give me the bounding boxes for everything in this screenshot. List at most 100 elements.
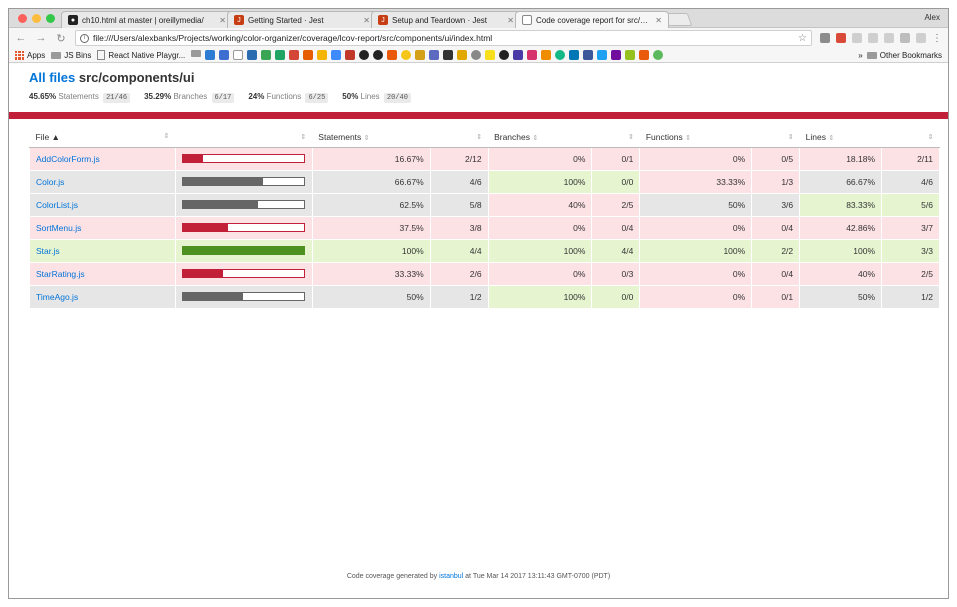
- github-icon[interactable]: [373, 50, 384, 60]
- coverage-bar-cell: [174, 215, 313, 240]
- lines-pct: 42.86%: [799, 215, 883, 240]
- bookmark-icon[interactable]: [555, 50, 566, 60]
- bookmark-icon[interactable]: [443, 50, 454, 60]
- bookmark-star-icon[interactable]: ☆: [798, 33, 807, 44]
- close-tab-icon[interactable]: ✕: [363, 16, 370, 25]
- bookmark-apps[interactable]: Apps: [15, 50, 45, 60]
- bookmark-icon[interactable]: [457, 50, 468, 60]
- tab-getting-started[interactable]: J Getting Started · Jest ✕: [227, 11, 377, 28]
- file-link[interactable]: ColorList.js: [36, 200, 78, 210]
- all-files-link[interactable]: All files: [29, 70, 75, 85]
- bookmark-icons: [191, 50, 664, 60]
- facebook-icon[interactable]: [583, 50, 594, 60]
- bookmark-icon[interactable]: [219, 50, 230, 60]
- close-tab-icon[interactable]: ✕: [655, 16, 662, 25]
- file-link[interactable]: Star.js: [36, 246, 60, 256]
- bookmark-other[interactable]: Other Bookmarks: [866, 51, 942, 60]
- git-icon[interactable]: [387, 50, 398, 60]
- bookmark-icon[interactable]: [303, 50, 314, 60]
- file-link[interactable]: Color.js: [36, 177, 64, 187]
- file-link[interactable]: AddColorForm.js: [36, 154, 100, 164]
- statements-pct: 66.67%: [311, 169, 431, 194]
- maximize-window-icon[interactable]: [46, 14, 55, 23]
- github-icon[interactable]: [359, 50, 370, 60]
- extension-icon[interactable]: [916, 33, 926, 43]
- functions-fraction: 0/4: [751, 215, 801, 240]
- bookmark-react-native[interactable]: React Native Playgr...: [97, 50, 185, 60]
- bookmark-icon[interactable]: [485, 50, 496, 60]
- table-row: TimeAgo.js 50% 1/2 100% 0/0 0% 0/1 50% 1/2: [29, 284, 940, 309]
- report-footer: Code coverage generated by istanbul at T…: [9, 573, 948, 580]
- extension-icon[interactable]: [820, 33, 830, 43]
- address-bar[interactable]: i file:///Users/alexbanks/Projects/worki…: [75, 30, 812, 46]
- profile-name[interactable]: Alex: [924, 13, 940, 22]
- bookmark-icon[interactable]: [317, 50, 328, 60]
- yahoo-icon[interactable]: [611, 50, 622, 60]
- bookmark-icon[interactable]: [247, 50, 258, 60]
- summary-label: Statements: [58, 92, 99, 101]
- extension-icon[interactable]: [868, 33, 878, 43]
- column-header-statements-frac[interactable]: ⇕: [430, 127, 489, 148]
- coverage-bar-fill: [182, 247, 304, 254]
- bookmark-icon[interactable]: [415, 50, 426, 60]
- bookmark-icon[interactable]: [639, 50, 650, 60]
- column-header-bar[interactable]: ⇕: [175, 127, 313, 148]
- back-arrow-icon[interactable]: ←: [15, 32, 27, 44]
- bookmark-icon[interactable]: [527, 50, 538, 60]
- forward-arrow-icon[interactable]: →: [35, 32, 47, 44]
- column-header-lines-frac[interactable]: ⇕: [881, 127, 940, 148]
- coverage-report-page: All files src/components/ui 45.65% State…: [9, 70, 948, 580]
- tab-github[interactable]: ● ch10.html at master | oreillymedia/ ✕: [61, 11, 233, 28]
- column-header-lines[interactable]: Lines ⇕: [799, 127, 882, 148]
- functions-pct: 0%: [639, 146, 753, 171]
- bookmark-icon[interactable]: [513, 50, 524, 60]
- bookmark-icon[interactable]: [233, 50, 244, 60]
- column-header-statements[interactable]: Statements ⇕: [312, 127, 431, 148]
- extension-icon[interactable]: [836, 33, 846, 43]
- info-icon[interactable]: i: [80, 33, 89, 43]
- column-header-branches-frac[interactable]: ⇕: [591, 127, 640, 148]
- branches-pct: 100%: [487, 169, 593, 194]
- tab-coverage-report[interactable]: Code coverage report for src/components/…: [515, 11, 669, 28]
- bookmark-icon[interactable]: [345, 50, 356, 60]
- linkedin-icon[interactable]: [569, 50, 580, 60]
- bookmark-icon[interactable]: [541, 50, 552, 60]
- summary-branches: 35.29% Branches 6/17: [144, 92, 235, 103]
- istanbul-link[interactable]: istanbul: [439, 573, 463, 580]
- bookmark-icon[interactable]: [653, 50, 664, 60]
- bookmark-icon[interactable]: [499, 50, 510, 60]
- file-link[interactable]: TimeAgo.js: [36, 292, 78, 302]
- table-row: SortMenu.js 37.5% 3/8 0% 0/4 0% 0/4 42.86% 3/7: [29, 215, 940, 240]
- column-header-functions[interactable]: Functions ⇕: [639, 127, 752, 148]
- bookmark-js-bins[interactable]: JS Bins: [51, 51, 91, 60]
- reload-icon[interactable]: ↻: [55, 32, 67, 45]
- link-icon[interactable]: [471, 50, 482, 60]
- column-header-branches[interactable]: Branches ⇕: [488, 127, 592, 148]
- tab-setup-teardown[interactable]: J Setup and Teardown · Jest ✕: [371, 11, 521, 28]
- extension-icon[interactable]: [884, 33, 894, 43]
- column-header-file[interactable]: File ▲ ⇕: [29, 127, 176, 148]
- extension-icon[interactable]: [852, 33, 862, 43]
- extension-icon[interactable]: [900, 33, 910, 43]
- coverage-bar-fill: [182, 224, 229, 231]
- column-header-functions-frac[interactable]: ⇕: [751, 127, 800, 148]
- menu-kebab-icon[interactable]: ⋮: [932, 33, 942, 44]
- minimize-window-icon[interactable]: [32, 14, 41, 23]
- close-tab-icon[interactable]: ✕: [507, 16, 514, 25]
- bookmark-icon[interactable]: [625, 50, 636, 60]
- bookmark-icon[interactable]: [205, 50, 216, 60]
- close-window-icon[interactable]: [18, 14, 27, 23]
- bookmark-icon[interactable]: [429, 50, 440, 60]
- overflow-chevron-icon[interactable]: »: [858, 51, 862, 60]
- twitter-icon[interactable]: [597, 50, 608, 60]
- bookmark-icon[interactable]: [331, 50, 342, 60]
- bookmark-icon[interactable]: [261, 50, 272, 60]
- gmail-icon[interactable]: [289, 50, 300, 60]
- drive-icon[interactable]: [275, 50, 286, 60]
- file-link[interactable]: SortMenu.js: [36, 223, 81, 233]
- close-tab-icon[interactable]: ✕: [219, 16, 226, 25]
- folder-icon[interactable]: [191, 50, 202, 57]
- lines-pct: 66.67%: [799, 169, 883, 194]
- file-link[interactable]: StarRating.js: [36, 269, 85, 279]
- bookmark-icon[interactable]: [401, 50, 412, 60]
